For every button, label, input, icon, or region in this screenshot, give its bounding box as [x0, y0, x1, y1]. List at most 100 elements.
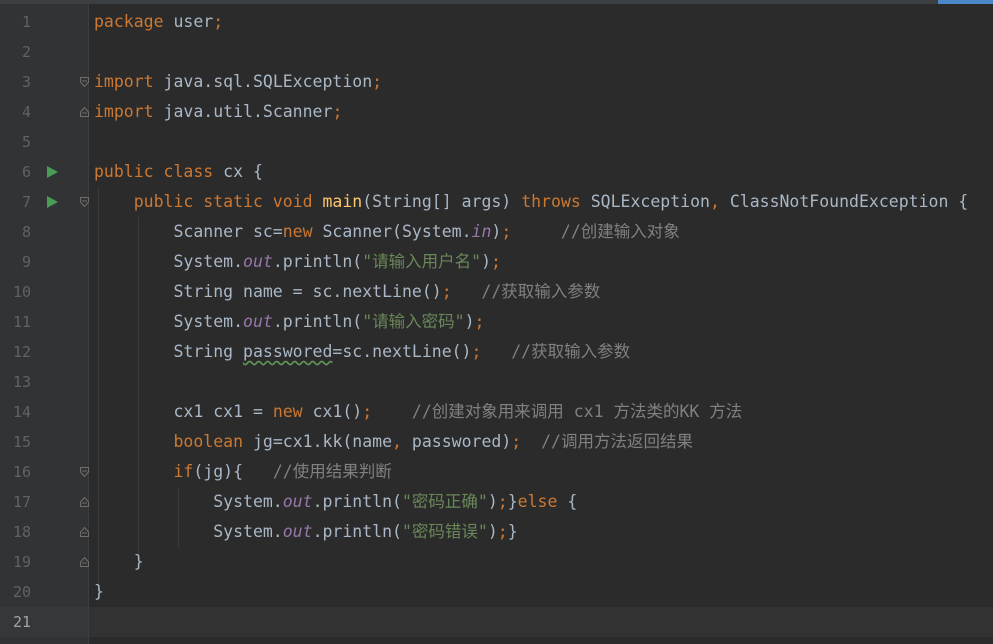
- code-token: ;: [491, 252, 501, 271]
- code-token: ,: [392, 432, 412, 451]
- code-token: System.: [94, 522, 283, 541]
- fold-marker-icon[interactable]: [80, 557, 89, 567]
- line-number: 16: [12, 463, 31, 481]
- code-token: System.: [94, 312, 244, 331]
- code-token: import: [94, 102, 164, 121]
- code-line[interactable]: 4 import java.util.Scanner;: [0, 97, 993, 127]
- code-token: ;: [474, 312, 485, 331]
- line-number: 12: [12, 343, 31, 361]
- code-line[interactable]: 16 if(jg){ //使用结果判断: [0, 457, 993, 487]
- code-text: String name = sc.nextLine(); //获取输入参数: [94, 277, 600, 307]
- code-token: =sc.nextLine(): [332, 342, 472, 361]
- code-token: ): [491, 222, 502, 241]
- code-token: String: [94, 342, 244, 361]
- code-token: ;: [501, 222, 512, 241]
- code-line[interactable]: 7 public static void main(String[] args)…: [0, 187, 993, 217]
- code-line[interactable]: 8 Scanner sc=new Scanner(System.in); //创…: [0, 217, 993, 247]
- code-token: ): [464, 312, 475, 331]
- code-token: ;: [497, 522, 508, 541]
- code-text: }: [94, 547, 144, 577]
- code-token: ;: [441, 282, 452, 301]
- line-number: 7: [21, 193, 31, 211]
- line-number: 18: [12, 523, 31, 541]
- code-line[interactable]: 18 System.out.println("密码错误");}: [0, 517, 993, 547]
- code-token: (jg){: [193, 462, 244, 481]
- code-line[interactable]: 6 public class cx {: [0, 157, 993, 187]
- code-token: System.: [94, 252, 244, 271]
- code-line[interactable]: 9 System.out.println("请输入用户名");: [0, 247, 993, 277]
- fold-marker-icon[interactable]: [80, 497, 89, 507]
- code-line[interactable]: 20}: [0, 577, 993, 607]
- code-token: //调用方法返回结果: [521, 432, 693, 451]
- fold-marker-icon[interactable]: [80, 197, 89, 207]
- code-token: }: [507, 492, 518, 511]
- code-token: cx1 cx1 =: [94, 402, 273, 421]
- code-token: ;: [332, 102, 343, 121]
- code-token: ,: [709, 192, 730, 211]
- code-token: ): [487, 522, 498, 541]
- line-number: 2: [21, 43, 31, 61]
- code-token: //创建对象用来调用 cx1 方法类的KK 方法: [372, 402, 743, 421]
- code-token: //使用结果判断: [243, 462, 392, 481]
- code-text: public class cx {: [94, 157, 263, 187]
- code-token: out: [243, 312, 273, 331]
- code-line[interactable]: 2: [0, 37, 993, 67]
- code-token: java.util.Scanner: [163, 102, 333, 121]
- line-number: 3: [21, 73, 31, 91]
- scroll-indicator: [938, 0, 993, 4]
- fold-marker-icon[interactable]: [80, 527, 89, 537]
- code-line[interactable]: 11 System.out.println("请输入密码");: [0, 307, 993, 337]
- fold-marker-icon[interactable]: [80, 107, 89, 117]
- code-line[interactable]: 21: [0, 607, 993, 637]
- code-token: out: [282, 492, 313, 511]
- code-token: cx {: [223, 162, 263, 181]
- code-token: }: [94, 582, 104, 601]
- line-number: 6: [21, 163, 31, 181]
- line-number: 13: [12, 373, 31, 391]
- code-line[interactable]: 10 String name = sc.nextLine(); //获取输入参数: [0, 277, 993, 307]
- code-line[interactable]: 15 boolean jg=cx1.kk(name, passwored); /…: [0, 427, 993, 457]
- fold-marker-icon[interactable]: [80, 467, 89, 477]
- editor-top-strip: [0, 0, 993, 4]
- code-token: public class: [94, 162, 224, 181]
- line-number: 17: [12, 493, 31, 511]
- code-token: }: [507, 522, 518, 541]
- code-token: {: [567, 492, 578, 511]
- run-arrow-icon[interactable]: [47, 196, 58, 208]
- code-line[interactable]: 3 import java.sql.SQLException;: [0, 67, 993, 97]
- code-token: .println(: [312, 492, 402, 511]
- line-number: 14: [12, 403, 31, 421]
- run-arrow-icon[interactable]: [47, 166, 58, 178]
- line-number: 1: [21, 13, 31, 31]
- code-text: System.out.println("请输入密码");: [94, 307, 484, 337]
- code-token: ;: [497, 492, 508, 511]
- code-text: import java.sql.SQLException;: [94, 67, 382, 97]
- code-token: new: [272, 402, 313, 421]
- code-token: //创建输入对象: [511, 222, 680, 241]
- code-token: user: [173, 12, 214, 31]
- line-number: 20: [12, 583, 31, 601]
- code-text: String passwored=sc.nextLine(); //获取输入参数: [94, 337, 630, 367]
- code-line[interactable]: 17 System.out.println("密码正确");}else {: [0, 487, 993, 517]
- code-text: boolean jg=cx1.kk(name, passwored); //调用…: [94, 427, 693, 457]
- code-editor[interactable]: 1 package user; 2 3 import java.sql.SQLExcep…: [0, 0, 993, 644]
- code-line[interactable]: 5: [0, 127, 993, 157]
- code-line[interactable]: 14 cx1 cx1 = new cx1(); //创建对象用来调用 cx1 方…: [0, 397, 993, 427]
- code-token: String name = sc.nextLine(): [94, 282, 442, 301]
- code-line[interactable]: 19 }: [0, 547, 993, 577]
- code-token: main: [322, 192, 363, 211]
- code-token: public static void: [94, 192, 323, 211]
- code-token: java.sql.SQLException: [163, 72, 373, 91]
- code-line[interactable]: 12 String passwored=sc.nextLine(); //获取输…: [0, 337, 993, 367]
- code-token: throws: [521, 192, 591, 211]
- code-text: import java.util.Scanner;: [94, 97, 342, 127]
- code-text: public static void main(String[] args) t…: [94, 187, 969, 217]
- fold-marker-icon[interactable]: [80, 77, 89, 87]
- line-number: 4: [21, 103, 31, 121]
- code-line[interactable]: 1 package user;: [0, 7, 993, 37]
- code-line[interactable]: 13: [0, 367, 993, 397]
- code-token: in: [471, 222, 492, 241]
- code-token: ;: [511, 432, 522, 451]
